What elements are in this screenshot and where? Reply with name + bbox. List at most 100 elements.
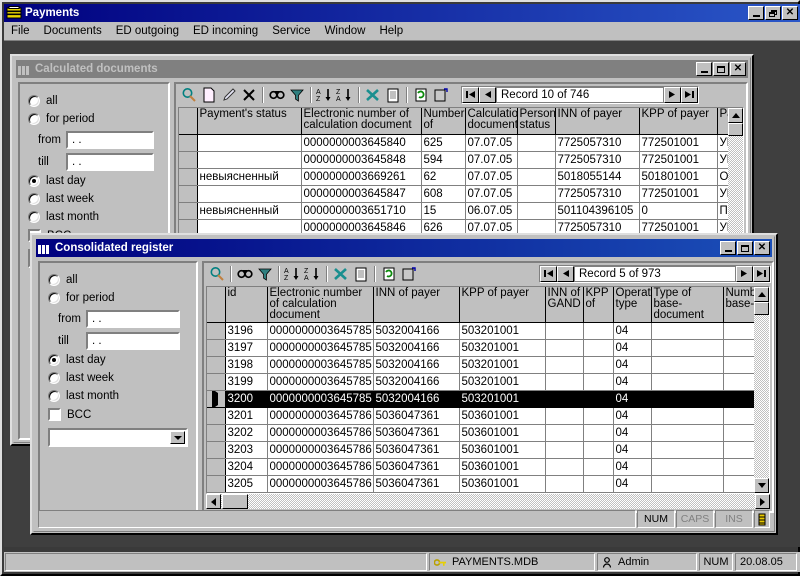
sort-asc-icon[interactable]: AZ — [283, 264, 303, 283]
window1-till-input[interactable]: . . — [66, 152, 154, 171]
edit-icon[interactable] — [219, 85, 239, 104]
window1-radio-last-day[interactable]: last day — [28, 174, 160, 188]
restore-button[interactable] — [765, 6, 781, 20]
table-row[interactable]: 0000000003645840 625 07.07.05 7725057310… — [179, 134, 743, 152]
row-selector[interactable] — [207, 322, 226, 340]
find-icon[interactable] — [235, 264, 255, 283]
window2-col-select[interactable] — [207, 287, 226, 323]
search-icon[interactable] — [207, 264, 227, 283]
table-row[interactable]: 3199 0000000003645785 5032004166 5032010… — [207, 373, 760, 391]
next-record-button[interactable] — [736, 265, 753, 282]
table-row[interactable]: 3197 0000000003645785 5032004166 5032010… — [207, 339, 760, 357]
scroll-thumb[interactable] — [728, 123, 743, 136]
find-icon[interactable] — [267, 85, 287, 104]
menu-item-window[interactable]: Window — [318, 24, 373, 38]
properties-icon[interactable] — [431, 85, 451, 104]
window2-col-kpp-of[interactable]: KPP of — [583, 287, 614, 323]
window2-col-inn-payer[interactable]: INN of payer — [373, 287, 460, 323]
previous-record-button[interactable] — [479, 86, 496, 103]
menu-item-ed-outgoing[interactable]: ED outgoing — [109, 24, 186, 38]
chevron-down-icon[interactable] — [170, 431, 185, 444]
window1-radio-for-period[interactable]: for period — [28, 112, 160, 126]
window2-combo[interactable] — [48, 428, 188, 447]
window2-col-inn-gand[interactable]: INN of GAND — [545, 287, 584, 323]
window2-col-electronic-number[interactable]: Electronic number of calculation documen… — [267, 287, 374, 323]
window2-close-button[interactable]: ✕ — [754, 241, 770, 255]
report-icon[interactable] — [351, 264, 371, 283]
report-icon[interactable] — [383, 85, 403, 104]
window2-radio-for-period[interactable]: for period — [48, 291, 188, 305]
table-row[interactable]: 0000000003645848 594 07.07.05 7725057310… — [179, 151, 743, 169]
window1-close-button[interactable]: ✕ — [730, 62, 746, 76]
window2-till-input[interactable]: . . — [86, 331, 180, 350]
first-record-button[interactable] — [462, 86, 479, 103]
window1-col-calculation-document[interactable]: Calculation document — [465, 108, 518, 135]
next-record-button[interactable] — [664, 86, 681, 103]
table-row[interactable]: 3202 0000000003645786 5036047361 5036010… — [207, 424, 760, 442]
scroll-down-button[interactable] — [754, 478, 769, 493]
row-selector[interactable] — [207, 458, 226, 476]
window1-col-number-of[interactable]: Number of — [421, 108, 466, 135]
window2-bcc-checkbox[interactable]: BCC — [48, 407, 188, 422]
refresh-icon[interactable] — [379, 264, 399, 283]
menu-item-documents[interactable]: Documents — [37, 24, 109, 38]
export-excel-icon[interactable] — [363, 85, 383, 104]
window2-minimize-button[interactable] — [720, 241, 736, 255]
window2-vertical-scrollbar[interactable] — [754, 287, 769, 493]
search-icon[interactable] — [179, 85, 199, 104]
window1-col-electronic-number[interactable]: Electronic number of calculation documen… — [301, 108, 422, 135]
row-selector[interactable] — [207, 475, 226, 493]
menu-item-help[interactable]: Help — [372, 24, 410, 38]
window1-minimize-button[interactable] — [696, 62, 712, 76]
row-selector[interactable] — [207, 339, 226, 357]
refresh-icon[interactable] — [411, 85, 431, 104]
table-row-selected[interactable]: 3200 0000000003645785 5032004166 5032010… — [207, 390, 760, 408]
table-row[interactable]: 3203 0000000003645786 5036047361 5036010… — [207, 441, 760, 459]
window1-from-input[interactable]: . . — [66, 130, 154, 149]
window1-radio-all[interactable]: all — [28, 94, 160, 108]
filter-icon[interactable] — [287, 85, 307, 104]
window1-col-payment-status[interactable]: Payment's status — [197, 108, 302, 135]
table-row[interactable]: 3198 0000000003645785 5032004166 5032010… — [207, 356, 760, 374]
window1-radio-last-week[interactable]: last week — [28, 192, 160, 206]
window2-from-input[interactable]: . . — [86, 309, 180, 328]
sort-desc-icon[interactable]: ZA — [303, 264, 323, 283]
row-selector[interactable] — [179, 168, 198, 186]
menu-item-ed-incoming[interactable]: ED incoming — [186, 24, 265, 38]
window2-radio-last-month[interactable]: last month — [48, 389, 188, 403]
menu-item-service[interactable]: Service — [265, 24, 317, 38]
scroll-right-button[interactable] — [755, 494, 770, 509]
row-selector[interactable] — [207, 356, 226, 374]
export-excel-icon[interactable] — [331, 264, 351, 283]
table-row[interactable]: 3205 0000000003645786 5036047361 5036010… — [207, 475, 760, 493]
window2-radio-all[interactable]: all — [48, 273, 188, 287]
window1-col-inn-payer[interactable]: INN of payer — [555, 108, 640, 135]
sort-desc-icon[interactable]: ZA — [335, 85, 355, 104]
menu-item-file[interactable]: File — [4, 24, 37, 38]
row-selector[interactable] — [207, 407, 226, 425]
row-selector[interactable] — [207, 373, 226, 391]
window-consolidated-register[interactable]: Consolidated register ✕ all for period f… — [30, 233, 778, 535]
window2-radio-last-day[interactable]: last day — [48, 353, 188, 367]
row-selector[interactable] — [179, 202, 198, 220]
scroll-left-button[interactable] — [206, 494, 221, 509]
window2-col-operation-type[interactable]: Operation type — [613, 287, 652, 323]
row-selector[interactable] — [179, 185, 198, 203]
minimize-button[interactable] — [748, 6, 764, 20]
window2-col-id[interactable]: id — [225, 287, 268, 323]
row-selector-current[interactable] — [207, 390, 226, 408]
table-row[interactable]: невыясненный 0000000003651710 15 06.07.0… — [179, 202, 743, 220]
scroll-thumb[interactable] — [754, 302, 769, 315]
properties-icon[interactable] — [399, 264, 419, 283]
window2-col-kpp-payer[interactable]: KPP of payer — [459, 287, 546, 323]
row-selector[interactable] — [179, 151, 198, 169]
sort-asc-icon[interactable]: AZ — [315, 85, 335, 104]
window2-maximize-button[interactable] — [737, 241, 753, 255]
last-record-button[interactable] — [753, 265, 770, 282]
window1-maximize-button[interactable] — [713, 62, 729, 76]
scroll-thumb-horizontal[interactable] — [222, 494, 248, 509]
window1-radio-last-month[interactable]: last month — [28, 210, 160, 224]
scroll-up-button[interactable] — [728, 108, 743, 123]
table-row[interactable]: невыясненный 0000000003669261 62 07.07.0… — [179, 168, 743, 186]
first-record-button[interactable] — [540, 265, 557, 282]
